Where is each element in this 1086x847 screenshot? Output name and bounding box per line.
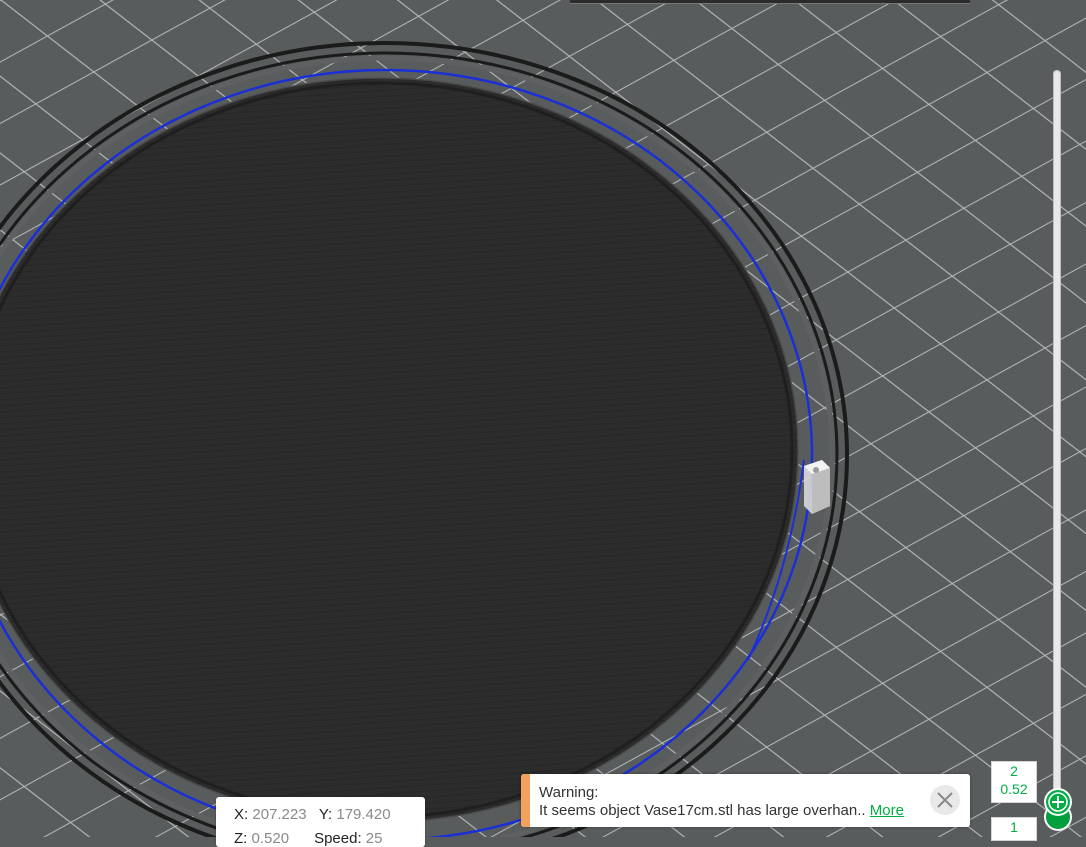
upper-layer-label: 2 0.52 (991, 761, 1037, 803)
warning-notification: Warning: It seems object Vase17cm.stl ha… (521, 774, 970, 827)
speed-value: 25 (365, 830, 383, 847)
close-icon (937, 792, 953, 808)
warning-more-link[interactable]: More (870, 802, 904, 819)
upper-layer-number: 2 (1010, 763, 1018, 779)
layer-slider-track[interactable] (1053, 70, 1061, 815)
toolhead-marker-icon (804, 460, 830, 514)
lower-layer-label: 1 (991, 817, 1037, 841)
x-label: X: (234, 806, 249, 823)
y-label: Y: (318, 806, 333, 823)
z-value: 0.520 (251, 830, 290, 847)
top-toolbar-edge (570, 0, 970, 4)
position-readout: X: 207.223 Y: 179.420 Z: 0.520 Speed: 25 (216, 797, 425, 847)
upper-layer-thumb[interactable] (1046, 790, 1070, 814)
lower-layer-number: 1 (1010, 819, 1018, 835)
speed-label: Speed: (314, 830, 362, 847)
warning-message-row: It seems object Vase17cm.stl has large o… (539, 802, 904, 819)
x-value: 207.223 (252, 806, 307, 823)
xy-row: X: 207.223 Y: 179.420 (234, 806, 391, 823)
z-speed-row: Z: 0.520 Speed: 25 (234, 830, 382, 847)
warning-accent-bar (521, 774, 530, 827)
3d-viewport[interactable] (0, 0, 1086, 837)
warning-title: Warning: (539, 784, 599, 801)
warning-message: It seems object Vase17cm.stl has large o… (539, 802, 866, 819)
upper-layer-height: 0.52 (1000, 781, 1028, 797)
y-value: 179.420 (336, 806, 391, 823)
warning-close-button[interactable] (930, 785, 960, 815)
plus-icon (1048, 792, 1068, 812)
first-layer-fill (0, 77, 799, 823)
z-label: Z: (234, 830, 248, 847)
build-plate-scene[interactable] (0, 0, 1086, 837)
